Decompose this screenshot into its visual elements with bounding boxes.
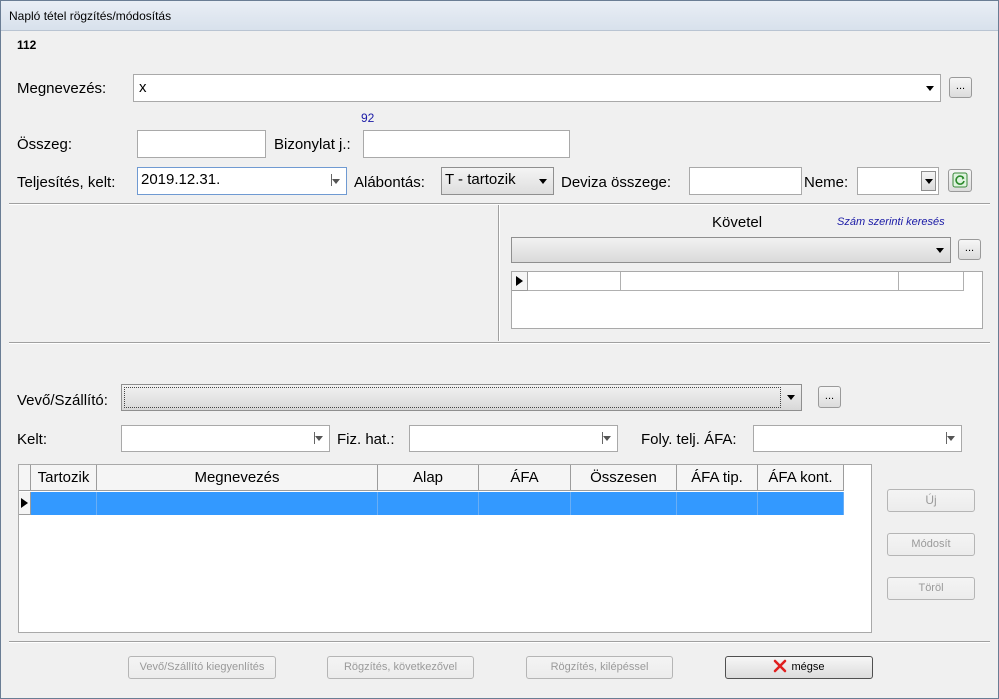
title-bar: Napló tétel rögzítés/módosítás <box>1 1 998 31</box>
teljesites-value: 2019.12.31. <box>141 171 221 188</box>
megnevezes-label: Megnevezés: <box>17 80 107 97</box>
grid-header-afa[interactable]: ÁFA <box>479 465 571 491</box>
doc-counter: 92 <box>361 111 375 125</box>
save-next-button[interactable]: Rögzítés, következővel <box>327 656 474 679</box>
chevron-down-icon[interactable] <box>945 426 957 451</box>
grid-header-alap[interactable]: Alap <box>378 465 479 491</box>
focus-rect <box>124 387 781 408</box>
grid-header-afa-tip[interactable]: ÁFA tip. <box>677 465 758 491</box>
teljesites-date-picker[interactable]: 2019.12.31. <box>137 167 347 195</box>
close-icon <box>774 659 787 673</box>
row-pointer-icon <box>21 498 28 508</box>
grid-cell-selected[interactable] <box>677 492 758 515</box>
megnevezes-combo[interactable]: x <box>133 74 941 102</box>
grid-cell[interactable] <box>528 272 621 291</box>
kelt-date-picker[interactable] <box>121 425 330 452</box>
grid-cell-selected[interactable] <box>758 492 844 515</box>
refresh-icon <box>952 172 968 188</box>
alabontas-label: Alábontás: <box>354 174 425 191</box>
record-id: 112 <box>17 38 37 52</box>
bizonylat-label: Bizonylat j.: <box>274 136 351 153</box>
fizhat-date-picker[interactable] <box>409 425 618 452</box>
separator <box>9 641 990 643</box>
chevron-down-icon[interactable] <box>537 168 549 194</box>
chevron-down-icon[interactable] <box>934 238 946 262</box>
save-exit-button[interactable]: Rögzítés, kilépéssel <box>526 656 673 679</box>
grid-header-megnevezes[interactable]: Megnevezés <box>97 465 378 491</box>
megnevezes-value: x <box>139 79 147 96</box>
grid-cell-selected[interactable] <box>571 492 677 515</box>
grid-cell[interactable] <box>899 272 964 291</box>
delete-button[interactable]: Töröl <box>887 577 975 600</box>
separator <box>498 205 500 341</box>
grid-cell-selected[interactable] <box>479 492 571 515</box>
grid-header-osszesen[interactable]: Összesen <box>571 465 677 491</box>
deviza-label: Deviza összege: <box>561 174 672 191</box>
new-button[interactable]: Új <box>887 489 975 512</box>
alabontas-select[interactable]: T - tartozik <box>441 167 554 195</box>
osszeg-input[interactable] <box>137 130 266 158</box>
chevron-down-icon[interactable] <box>785 385 797 410</box>
chevron-down-icon[interactable] <box>330 168 342 194</box>
kovetel-select[interactable] <box>511 237 951 263</box>
bizonylat-input[interactable] <box>363 130 570 158</box>
folyafa-date-picker[interactable] <box>753 425 962 452</box>
neme-label: Neme: <box>804 174 849 191</box>
megnevezes-browse-button[interactable]: ... <box>949 77 972 98</box>
chevron-down-icon[interactable] <box>921 171 936 191</box>
osszeg-label: Összeg: <box>17 136 73 153</box>
items-grid[interactable]: Tartozik Megnevezés Alap ÁFA Összesen ÁF… <box>18 464 872 633</box>
row-indicator <box>512 272 528 291</box>
grid-cell[interactable] <box>621 272 899 291</box>
balance-button[interactable]: Vevő/Szállító kiegyenlítés <box>128 656 276 679</box>
vevo-browse-button[interactable]: ... <box>818 386 841 408</box>
grid-cell-selected[interactable] <box>97 492 378 515</box>
grid-cell-selected[interactable] <box>378 492 479 515</box>
kovetel-browse-button[interactable]: ... <box>958 239 981 260</box>
chevron-down-icon[interactable] <box>924 75 936 101</box>
dialog-window: Napló tétel rögzítés/módosítás 112 Megne… <box>0 0 999 699</box>
grid-corner-header <box>19 465 31 491</box>
vevo-select[interactable] <box>121 384 802 411</box>
kovetel-title: Követel <box>712 214 763 231</box>
refresh-button[interactable] <box>948 169 972 192</box>
neme-select[interactable] <box>857 167 939 195</box>
modify-button[interactable]: Módosít <box>887 533 975 556</box>
cancel-button[interactable]: mégse <box>725 656 873 679</box>
vevo-label: Vevő/Szállító: <box>17 392 108 409</box>
fizhat-label: Fiz. hat.: <box>337 431 395 448</box>
teljesites-label: Teljesítés, kelt: <box>17 174 116 191</box>
window-title: Napló tétel rögzítés/módosítás <box>9 9 172 23</box>
grid-cell-selected[interactable] <box>31 492 97 515</box>
search-by-number-link[interactable]: Szám szerinti keresés <box>837 216 945 228</box>
grid-header-afa-kont[interactable]: ÁFA kont. <box>758 465 844 491</box>
chevron-down-icon[interactable] <box>601 426 613 451</box>
kelt-label: Kelt: <box>17 431 48 448</box>
folyafa-label: Foly. telj. ÁFA: <box>641 431 737 448</box>
alabontas-value: T - tartozik <box>445 171 516 188</box>
separator <box>9 342 990 344</box>
grid-header-tartozik[interactable]: Tartozik <box>31 465 97 491</box>
row-pointer-icon <box>516 276 523 286</box>
cancel-label: mégse <box>791 661 825 673</box>
row-indicator <box>19 492 31 515</box>
chevron-down-icon[interactable] <box>313 426 325 451</box>
kovetel-grid[interactable] <box>511 271 983 329</box>
deviza-input[interactable] <box>689 167 802 195</box>
